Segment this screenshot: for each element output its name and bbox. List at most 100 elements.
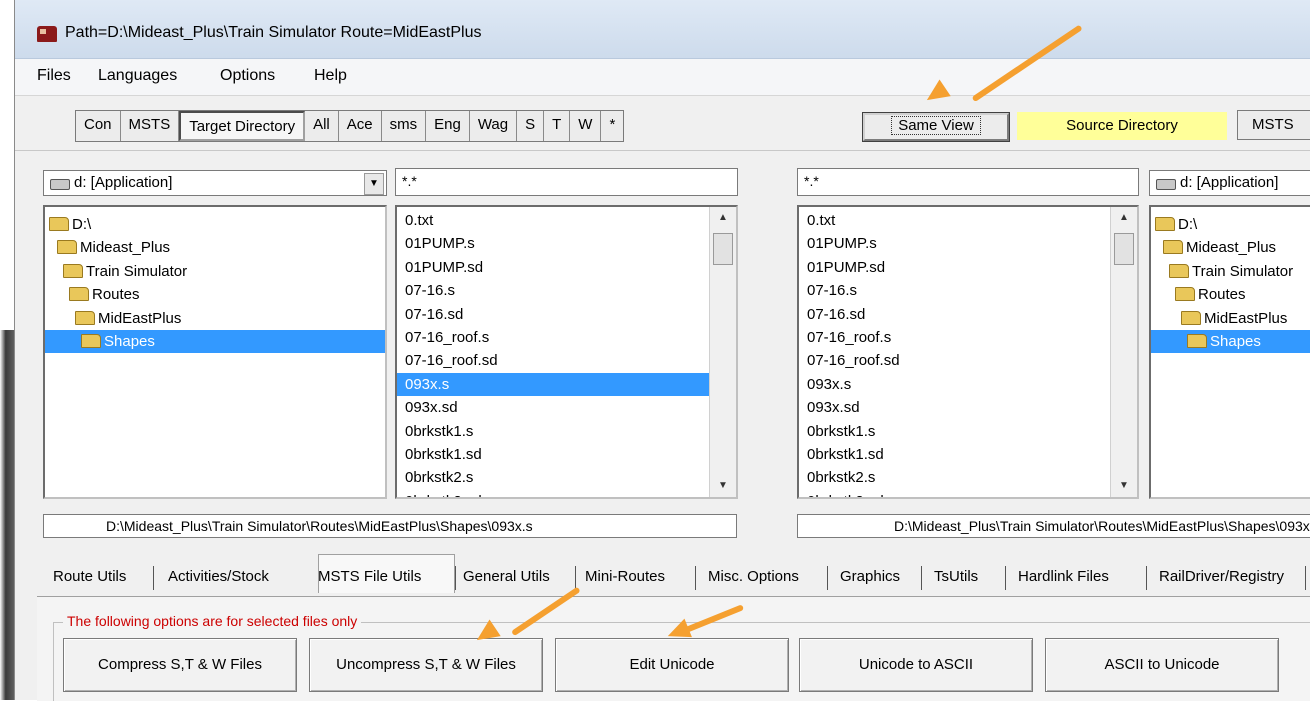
folder-icon xyxy=(1175,287,1195,302)
menu-options[interactable]: Options xyxy=(220,67,275,85)
tab-msts-file-utils[interactable]: MSTS File Utils xyxy=(318,568,421,585)
source-directory-label[interactable]: Source Directory xyxy=(1017,112,1227,140)
tab-route-utils[interactable]: Route Utils xyxy=(53,568,126,585)
ascii-to-unicode-button[interactable]: ASCII to Unicode xyxy=(1045,638,1279,692)
folder-icon xyxy=(1169,263,1189,278)
scroll-thumb[interactable] xyxy=(713,233,733,265)
left-file-list[interactable]: 0.txt 01PUMP.s 01PUMP.sd 07-16.s 07-16.s… xyxy=(395,205,738,499)
list-item[interactable]: 0brkstk2.s xyxy=(799,466,1137,489)
tab-graphics[interactable]: Graphics xyxy=(840,568,900,585)
list-item[interactable]: 07-16_roof.s xyxy=(397,326,736,349)
scroll-thumb[interactable] xyxy=(1114,233,1134,265)
tree-item[interactable]: MidEastPlus xyxy=(1151,307,1310,330)
list-item[interactable]: 07-16_roof.s xyxy=(799,326,1137,349)
list-item[interactable]: 0.txt xyxy=(799,209,1137,232)
list-item[interactable]: 093x.sd xyxy=(799,396,1137,419)
list-item[interactable]: 01PUMP.sd xyxy=(397,256,736,279)
tree-item-selected[interactable]: Shapes xyxy=(45,329,385,354)
compress-stw-button[interactable]: Compress S,T & W Files xyxy=(63,638,297,692)
title-bar: Path=D:\Mideast_Plus\Train Simulator Rou… xyxy=(15,0,1310,59)
list-item[interactable]: 07-16.s xyxy=(799,279,1137,302)
filter-w-button[interactable]: W xyxy=(570,111,602,141)
scroll-down-icon[interactable]: ▼ xyxy=(1111,475,1137,497)
left-file-scrollbar[interactable]: ▲ ▼ xyxy=(709,207,736,497)
list-item[interactable]: 0.txt xyxy=(397,209,736,232)
filter-star-button[interactable]: * xyxy=(601,111,623,141)
tree-item[interactable]: D:\ xyxy=(45,213,385,236)
list-item[interactable]: 01PUMP.s xyxy=(397,232,736,255)
tab-divider xyxy=(153,566,154,590)
tree-item[interactable]: Routes xyxy=(45,283,385,306)
left-drive-select[interactable]: d: [Application] ▼ xyxy=(43,170,387,196)
tree-item[interactable]: Train Simulator xyxy=(1151,260,1310,283)
menu-languages[interactable]: Languages xyxy=(98,67,177,85)
tab-misc-options[interactable]: Misc. Options xyxy=(708,568,799,585)
left-filter-input[interactable]: *.* xyxy=(395,168,738,196)
same-view-button[interactable]: Same View xyxy=(863,113,1009,141)
list-item[interactable]: 07-16_roof.sd xyxy=(799,349,1137,372)
right-path-field[interactable]: D:\Mideast_Plus\Train Simulator\Routes\M… xyxy=(797,514,1310,538)
tab-activities-stock[interactable]: Activities/Stock xyxy=(168,568,269,585)
filter-t-button[interactable]: T xyxy=(544,111,571,141)
list-item[interactable]: 07-16.sd xyxy=(397,303,736,326)
tree-item[interactable]: D:\ xyxy=(1151,213,1310,236)
list-item[interactable]: 07-16_roof.sd xyxy=(397,349,736,372)
filter-s-button[interactable]: S xyxy=(517,111,545,141)
tab-mini-routes[interactable]: Mini-Routes xyxy=(585,568,665,585)
list-item[interactable]: 01PUMP.sd xyxy=(799,256,1137,279)
list-item[interactable]: 093x.s xyxy=(799,373,1137,396)
chevron-down-icon[interactable]: ▼ xyxy=(364,173,384,195)
list-item[interactable]: 093x.sd xyxy=(397,396,736,419)
con-button[interactable]: Con xyxy=(76,111,121,141)
edit-unicode-button[interactable]: Edit Unicode xyxy=(555,638,789,692)
list-item[interactable]: 0brkstk1.s xyxy=(397,420,736,443)
tree-item-selected[interactable]: Shapes xyxy=(1151,329,1310,354)
right-folder-tree[interactable]: D:\ Mideast_Plus Train Simulator Routes … xyxy=(1149,205,1310,499)
list-item[interactable]: 07-16.sd xyxy=(799,303,1137,326)
tab-raildriver-registry[interactable]: RailDriver/Registry xyxy=(1159,568,1284,585)
list-item-selected[interactable]: 093x.s xyxy=(397,372,710,397)
tree-item[interactable]: Mideast_Plus xyxy=(1151,236,1310,259)
tree-item[interactable]: Mideast_Plus xyxy=(45,236,385,259)
folder-open-icon xyxy=(1187,333,1207,348)
uncompress-stw-button[interactable]: Uncompress S,T & W Files xyxy=(309,638,543,692)
filter-wag-button[interactable]: Wag xyxy=(470,111,518,141)
filter-ace-button[interactable]: Ace xyxy=(339,111,382,141)
menu-help[interactable]: Help xyxy=(314,67,347,85)
target-directory-button[interactable]: Target Directory xyxy=(179,111,306,141)
tree-item[interactable]: Train Simulator xyxy=(45,260,385,283)
right-drive-label: d: [Application] xyxy=(1180,174,1279,191)
tree-item[interactable]: MidEastPlus xyxy=(45,307,385,330)
folder-icon xyxy=(49,217,69,232)
filter-eng-button[interactable]: Eng xyxy=(426,111,470,141)
left-path-field[interactable]: D:\Mideast_Plus\Train Simulator\Routes\M… xyxy=(43,514,737,538)
msts-button[interactable]: MSTS xyxy=(121,111,180,141)
scroll-up-icon[interactable]: ▲ xyxy=(1111,207,1137,229)
filter-sms-button[interactable]: sms xyxy=(382,111,427,141)
scroll-down-icon[interactable]: ▼ xyxy=(710,475,736,497)
tab-hardlink-files[interactable]: Hardlink Files xyxy=(1018,568,1109,585)
same-view-label: Same View xyxy=(891,116,981,135)
right-filter-input[interactable]: *.* xyxy=(797,168,1139,196)
list-item[interactable]: 0brkstk1.s xyxy=(799,420,1137,443)
folder-icon xyxy=(1163,240,1183,255)
right-drive-select[interactable]: d: [Application] xyxy=(1149,170,1310,196)
list-item[interactable]: 0brkstk2.sd xyxy=(799,490,1137,497)
msts-right-button[interactable]: MSTS xyxy=(1237,110,1310,140)
list-item[interactable]: 07-16.s xyxy=(397,279,736,302)
left-folder-tree[interactable]: D:\ Mideast_Plus Train Simulator Routes … xyxy=(43,205,387,499)
tab-tsutils[interactable]: TsUtils xyxy=(934,568,978,585)
list-item[interactable]: 01PUMP.s xyxy=(799,232,1137,255)
list-item[interactable]: 0brkstk1.sd xyxy=(397,443,736,466)
menu-files[interactable]: Files xyxy=(37,67,71,85)
tree-item[interactable]: Routes xyxy=(1151,283,1310,306)
list-item[interactable]: 0brkstk1.sd xyxy=(799,443,1137,466)
scroll-up-icon[interactable]: ▲ xyxy=(710,207,736,229)
right-file-scrollbar[interactable]: ▲ ▼ xyxy=(1110,207,1137,497)
unicode-to-ascii-button[interactable]: Unicode to ASCII xyxy=(799,638,1033,692)
filter-all-button[interactable]: All xyxy=(305,111,339,141)
tab-general-utils[interactable]: General Utils xyxy=(463,568,550,585)
list-item[interactable]: 0brkstk2.sd xyxy=(397,490,736,497)
list-item[interactable]: 0brkstk2.s xyxy=(397,466,736,489)
right-file-list[interactable]: 0.txt 01PUMP.s 01PUMP.sd 07-16.s 07-16.s… xyxy=(797,205,1139,499)
